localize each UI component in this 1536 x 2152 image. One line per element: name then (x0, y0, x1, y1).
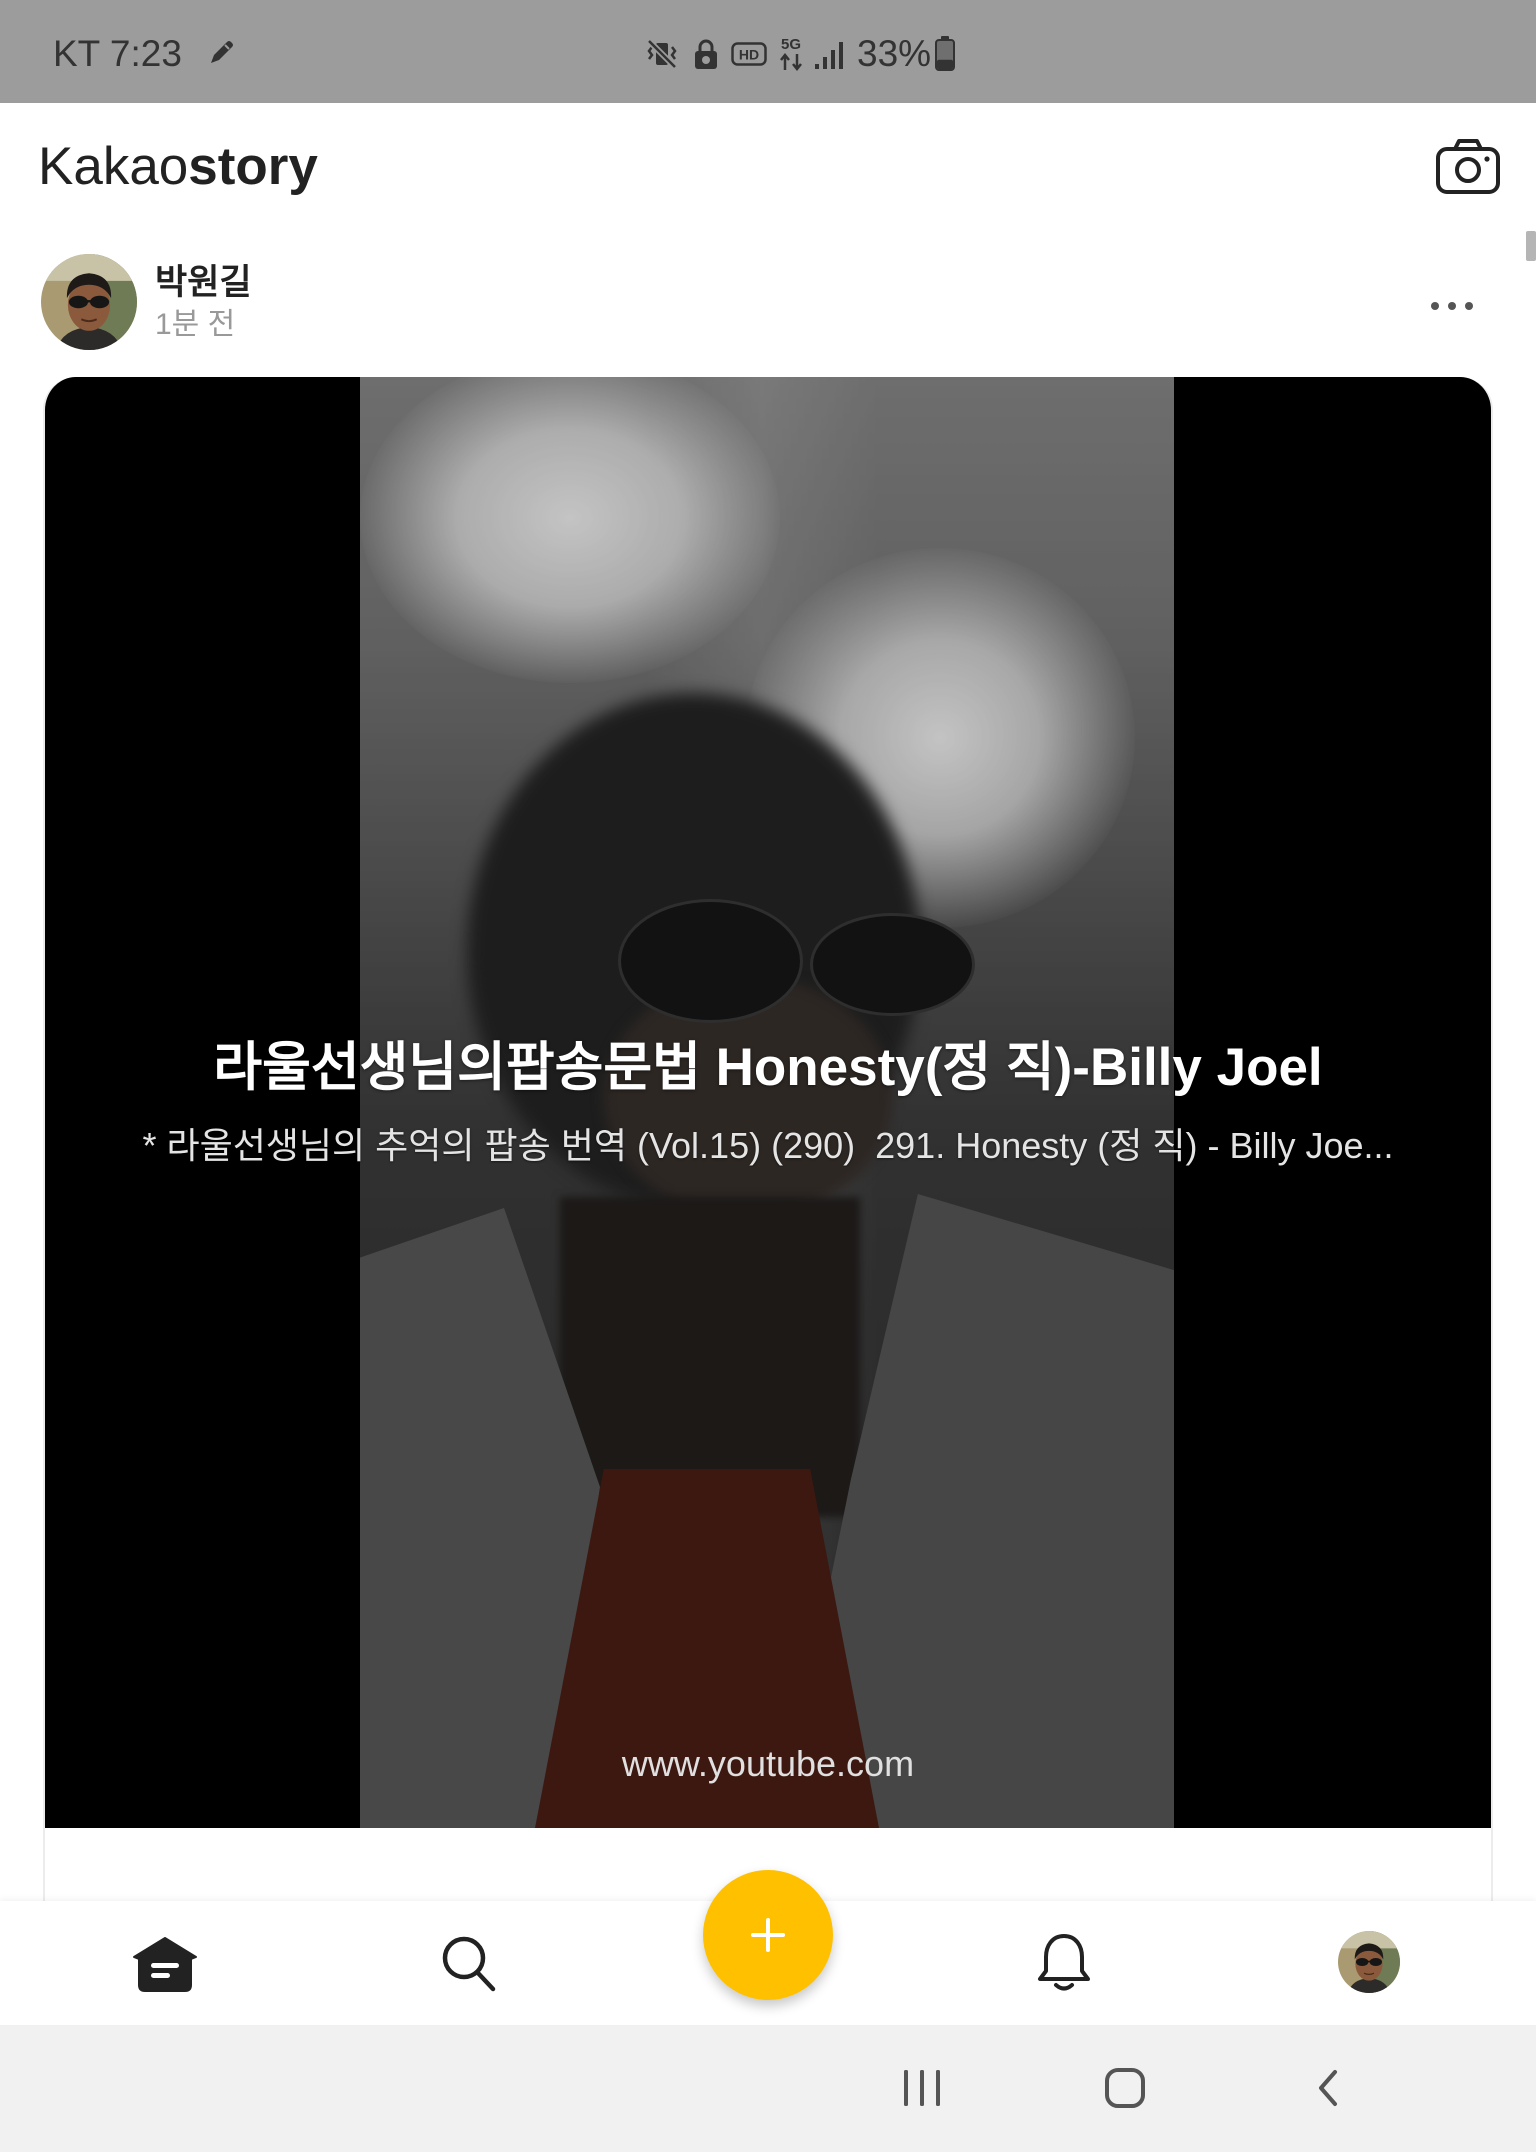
svg-text:5G: 5G (781, 36, 801, 53)
more-icon[interactable] (1430, 298, 1474, 316)
system-nav-bar (0, 2025, 1536, 2152)
back-icon[interactable] (1316, 2069, 1340, 2112)
kakaostory-logo[interactable]: Kakaostory (38, 137, 318, 197)
status-bar: KT 7:23 HD 5G 33% (0, 0, 1536, 103)
bell-icon[interactable] (1034, 1931, 1094, 1998)
author-avatar[interactable] (41, 254, 137, 350)
add-post-button[interactable] (703, 1870, 833, 2000)
link-domain: www.youtube.com (621, 1743, 915, 1784)
link-title: 라울선생님의팝송문법 Honesty(정 직)-Billy Joel (213, 1038, 1323, 1097)
pen-icon (205, 37, 237, 74)
vibrate-off-icon (645, 37, 679, 76)
link-preview-video[interactable]: 라울선생님의팝송문법 Honesty(정 직)-Billy Joel * 라울선… (45, 377, 1491, 1828)
battery-icon (934, 35, 956, 77)
hd-icon: HD (731, 42, 767, 71)
add-icon (748, 1915, 788, 1955)
logo-bold-text: story (188, 137, 318, 196)
recents-icon[interactable] (902, 2069, 942, 2112)
author-name[interactable]: 박원길 (155, 263, 252, 303)
signal-icon (814, 40, 846, 75)
link-description: * 라울선생님의 추억의 팝송 번역 (Vol.15) (290) 291. H… (142, 1125, 1394, 1166)
profile-avatar[interactable] (1338, 1931, 1400, 1993)
home-icon[interactable] (129, 1934, 201, 1999)
battery-percent: 33% (857, 33, 932, 74)
video-thumbnail (360, 377, 1174, 1828)
post-card: 라울선생님의팝송문법 Honesty(정 직)-Billy Joel * 라울선… (43, 377, 1493, 1937)
lock-icon (693, 38, 719, 75)
home-button-icon[interactable] (1104, 2067, 1146, 2114)
svg-text:HD: HD (739, 47, 759, 63)
photo-shade (360, 377, 1174, 1828)
scrollbar-thumb[interactable] (1526, 231, 1536, 261)
5g-icon: 5G (775, 34, 807, 77)
status-time: KT 7:23 (53, 33, 182, 74)
post-time: 1분 전 (155, 308, 236, 341)
camera-icon[interactable] (1435, 137, 1501, 200)
app-header: Kakaostory (0, 103, 1536, 233)
search-icon[interactable] (439, 1933, 497, 1998)
logo-light-text: Kakao (38, 137, 189, 196)
